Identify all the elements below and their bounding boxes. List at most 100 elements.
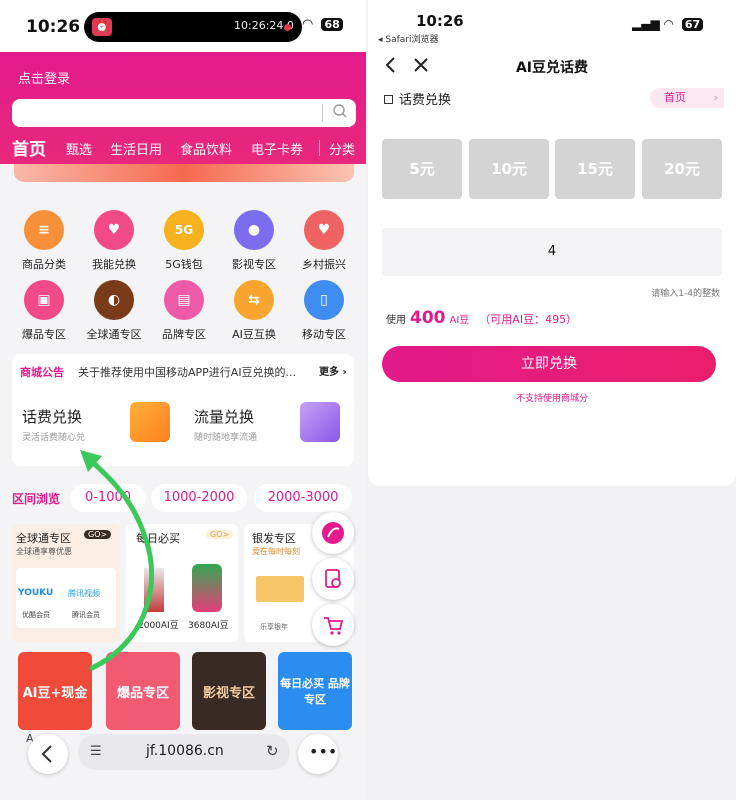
shortcut-label: 品牌专区	[162, 328, 206, 341]
brand-leaf-icon	[322, 522, 344, 544]
price-range-title: 区间浏览	[12, 492, 61, 506]
status-time: 10:26	[26, 17, 81, 37]
banner-image[interactable]	[14, 164, 354, 182]
list-icon: ≡	[24, 210, 64, 250]
status-icons: ◠ 68	[302, 17, 343, 32]
address-bar[interactable]: ☰ jf.10086.cn ↻	[78, 734, 290, 770]
shortcut-video[interactable]: ● 影视专区	[219, 210, 289, 272]
shortcut-label: AI豆互换	[232, 328, 276, 341]
phone-bill-title: 话费兑换	[22, 408, 83, 426]
redeem-button[interactable]: 立即兑换	[382, 346, 716, 382]
senior-sub: 爱在每时每刻	[252, 547, 300, 556]
more-label: 更多	[319, 367, 339, 378]
shortcut-categories[interactable]: ≡ 商品分类	[9, 210, 79, 272]
home-label: 首页	[664, 91, 686, 104]
senior-title: 银发专区	[252, 532, 296, 545]
chevron-left-icon	[41, 745, 52, 763]
denomination-15[interactable]: 15元	[555, 139, 635, 199]
promo-hot-items[interactable]: 爆品专区	[106, 652, 180, 730]
page-title: AI豆兑话费	[515, 60, 589, 76]
shortcut-mobile[interactable]: ▯ 移动专区	[289, 280, 359, 342]
promo-video[interactable]: 影视专区	[192, 652, 266, 730]
unsupported-note: 不支持使用商城分	[515, 394, 588, 404]
heart-hand-icon: ♥	[304, 210, 344, 250]
shortcut-label: 我能兑换	[92, 258, 136, 271]
wifi-icon: ◠	[663, 17, 674, 31]
wifi-icon: ◠	[302, 17, 314, 32]
5g-icon: 5G	[164, 210, 204, 250]
cost-amount: 400	[410, 308, 446, 328]
cart-icon	[324, 617, 344, 635]
quantity-input[interactable]: 4	[382, 228, 722, 276]
play-square-icon	[384, 95, 393, 104]
shortcut-can-redeem[interactable]: ♥ 我能兑换	[79, 210, 149, 272]
swap-icon: ⇆	[234, 280, 274, 320]
screen: 10:26 ⏰ 10:26:24.0 ◠ 68 点击登录 首页 甄选 生活日用 …	[0, 0, 736, 800]
senior-caption: 乐享银年	[260, 623, 288, 631]
section-title: 话费兑换	[384, 89, 451, 108]
data-exchange-sub: 随时随地享流通	[194, 433, 258, 443]
price-range-bar: 区间浏览 0-1000 1000-2000 2000-3000	[0, 484, 366, 512]
page-settings-icon[interactable]: ☰	[90, 744, 102, 759]
daily-must-buy-card[interactable]: 每日必买 GO> 2000AI豆 3680AI豆	[126, 524, 238, 642]
denomination-20[interactable]: 20元	[642, 139, 722, 199]
signal-icon: ▂▄▆	[632, 17, 660, 31]
go-badge: GO>	[84, 530, 112, 539]
ellipsis-icon: •••	[309, 742, 338, 761]
search-bar[interactable]	[12, 99, 356, 127]
cost-summary: 使用 400 AI豆 （可用AI豆：495）	[386, 308, 577, 328]
use-prefix: 使用	[386, 315, 406, 326]
browser-more-button[interactable]: •••	[298, 734, 338, 774]
data-exchange-title: 流量兑换	[194, 408, 255, 426]
tab-daily-goods[interactable]: 生活日用	[110, 139, 162, 158]
document-search-icon	[325, 569, 341, 588]
browser-back-button[interactable]	[28, 734, 68, 774]
promo-ai-cash[interactable]: AI豆+现金	[18, 652, 92, 730]
tab-home[interactable]: 首页	[12, 135, 46, 160]
data-gift-icon	[300, 402, 340, 442]
price-2: 3680AI豆	[188, 621, 229, 631]
shortcut-label: 爆品专区	[22, 328, 66, 341]
reload-icon[interactable]: ↻	[266, 742, 279, 760]
floating-cart-button[interactable]	[312, 604, 354, 646]
tab-e-cards[interactable]: 电子卡券	[251, 139, 303, 158]
shortcut-rural[interactable]: ♥ 乡村振兴	[289, 210, 359, 272]
range-2000-3000[interactable]: 2000-3000	[254, 484, 352, 512]
floating-search-button[interactable]	[312, 558, 354, 600]
shortcut-brands[interactable]: ▤ 品牌专区	[149, 280, 219, 342]
shortcut-5g-wallet[interactable]: 5G 5G钱包	[149, 210, 219, 272]
home-link[interactable]: 首页 ›	[650, 88, 724, 108]
range-1000-2000[interactable]: 1000-2000	[151, 484, 247, 512]
shortcut-hot-items[interactable]: ▣ 爆品专区	[9, 280, 79, 342]
search-icon[interactable]	[332, 103, 348, 119]
range-0-1000[interactable]: 0-1000	[70, 484, 146, 512]
promo-row: AI豆+现金 爆品专区 影视专区 每日必买 品牌专区 A	[12, 652, 354, 745]
global-zone-card[interactable]: 全球通专区 GO> 全球通享尊优惠 YOUKU 腾讯视频 优酷会员 腾讯会员	[12, 524, 120, 642]
shortcut-global[interactable]: ◐ 全球通专区	[79, 280, 149, 342]
tab-categories[interactable]: 分类	[329, 139, 355, 158]
back-to-safari-link[interactable]: ◂ Safari浏览器	[378, 32, 439, 45]
go-badge: GO>	[206, 530, 234, 539]
header: 点击登录 首页 甄选 生活日用 食品饮料 电子卡券 分类	[0, 52, 366, 164]
notice-text[interactable]: 关于推荐使用中国移动APP进行AI豆兑换的...	[78, 364, 318, 380]
youku-logo: YOUKU	[18, 588, 54, 598]
notice-and-exchange-card: 商城公告 关于推荐使用中国移动APP进行AI豆兑换的... 更多 › 话费兑换 …	[12, 354, 354, 466]
notice-more-link[interactable]: 更多 ›	[319, 363, 347, 378]
promo-daily-brand[interactable]: 每日必买 品牌专区	[278, 652, 352, 730]
tab-selected[interactable]: 甄选	[66, 139, 92, 158]
dynamic-island: ⏰ 10:26:24.0	[84, 12, 302, 42]
chevron-right-icon: ›	[713, 91, 718, 104]
denomination-5[interactable]: 5元	[382, 139, 462, 199]
available-balance: （可用AI豆：495）	[479, 313, 578, 326]
film-reel-icon: ●	[234, 210, 274, 250]
tab-food-drinks[interactable]: 食品饮料	[180, 139, 232, 158]
denomination-10[interactable]: 10元	[469, 139, 549, 199]
cost-unit: AI豆	[449, 315, 470, 326]
shortcut-ai-bean-swap[interactable]: ⇆ AI豆互换	[219, 280, 289, 342]
floating-brand-button[interactable]	[312, 512, 354, 554]
battery-icon: 67	[681, 18, 704, 31]
shortcut-label: 5G钱包	[165, 258, 203, 271]
login-link[interactable]: 点击登录	[18, 68, 70, 87]
globe-icon: ◐	[94, 280, 134, 320]
status-bar: 10:26 ⏰ 10:26:24.0 ◠ 68	[0, 0, 366, 52]
